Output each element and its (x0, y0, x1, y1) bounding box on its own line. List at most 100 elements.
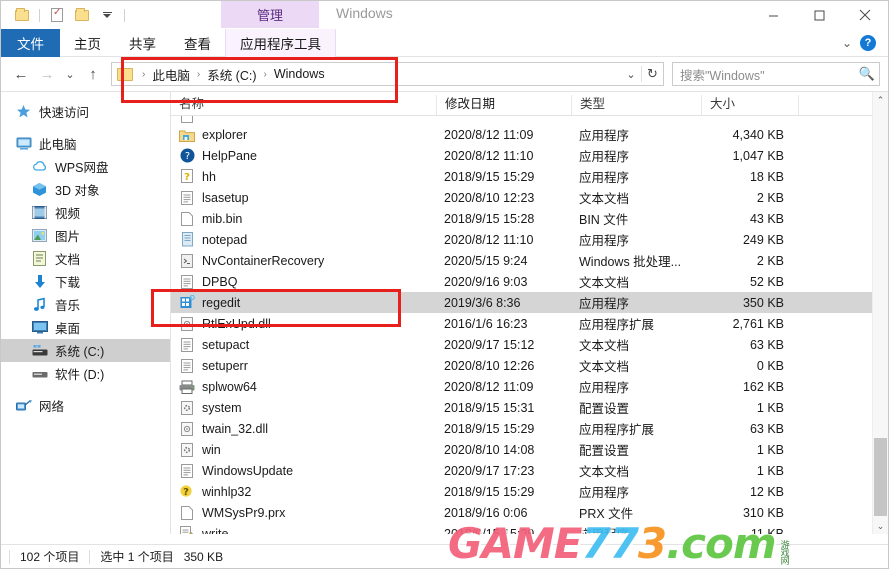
breadcrumb-separator: › (196, 68, 201, 80)
column-header-type[interactable]: 类型 (571, 95, 701, 115)
column-header-name[interactable]: 名称 (171, 95, 436, 115)
table-row[interactable]: twain_32.dll 2018/9/15 15:29 应用程序扩展 63 K… (171, 418, 888, 439)
sidebar-item-music[interactable]: 音乐 (1, 293, 170, 316)
properties-icon (51, 7, 63, 22)
table-row[interactable]: ? hh 2018/9/15 15:29 应用程序 18 KB (171, 166, 888, 187)
sidebar-item-system-c[interactable]: 系统 (C:) (1, 339, 170, 362)
sidebar-item-network[interactable]: 网络 (1, 394, 170, 417)
table-row[interactable]: setuperr 2020/8/10 12:26 文本文档 0 KB (171, 355, 888, 376)
recent-locations-button[interactable]: ⌄ (61, 62, 79, 86)
table-row[interactable]: WMSysPr9.prx 2018/9/16 0:06 PRX 文件 310 K… (171, 502, 888, 523)
file-name: mib.bin (202, 211, 243, 226)
file-size: 0 KB (756, 358, 784, 373)
table-row[interactable]: lsasetup 2020/8/10 12:23 文本文档 2 KB (171, 187, 888, 208)
refresh-icon[interactable]: ↻ (641, 66, 663, 82)
scroll-up-arrow[interactable]: ⌃ (873, 92, 888, 108)
file-type: 应用程序 (579, 234, 630, 248)
file-date: 2020/9/17 15:12 (444, 337, 535, 352)
file-size: 2 KB (756, 190, 784, 205)
scroll-down-arrow[interactable]: ⌄ (873, 518, 888, 534)
table-row[interactable]: RtlExUpd.dll 2016/1/6 16:23 应用程序扩展 2,761… (171, 313, 888, 334)
table-row[interactable]: ? winhlp32 2018/9/15 15:29 应用程序 12 KB (171, 481, 888, 502)
help-icon[interactable]: ? (860, 35, 876, 51)
picture-icon (31, 228, 48, 244)
sidebar-item-pictures[interactable]: 图片 (1, 224, 170, 247)
file-name-cell: write (171, 526, 436, 534)
blank-file-icon (179, 505, 195, 521)
file-name: DPBQ (202, 274, 238, 289)
qat-customize-button[interactable] (96, 5, 118, 25)
search-icon[interactable]: 🔍 (855, 66, 879, 82)
sidebar-item-label: 文档 (55, 253, 81, 267)
vertical-scrollbar[interactable]: ⌃ ⌄ (872, 92, 888, 534)
sidebar-item-software-d[interactable]: 软件 (D:) (1, 362, 170, 385)
sidebar-item-label: 视频 (55, 207, 81, 221)
qat-properties-button[interactable] (46, 5, 68, 25)
back-button[interactable]: ← (9, 62, 33, 86)
table-row[interactable]: setupact 2020/9/17 15:12 文本文档 63 KB (171, 334, 888, 355)
sidebar-item-desktop[interactable]: 桌面 (1, 316, 170, 339)
maximize-button[interactable] (796, 1, 842, 29)
sidebar-item-downloads[interactable]: 下载 (1, 270, 170, 293)
qat-pin-folder-button[interactable] (71, 5, 93, 25)
search-box[interactable]: 搜索"Windows" 🔍 (672, 62, 880, 86)
blank-file-icon (179, 116, 195, 124)
table-row[interactable]: NvContainerRecovery 2020/5/15 9:24 Windo… (171, 250, 888, 271)
file-name: explorer (202, 127, 248, 142)
close-button[interactable] (842, 1, 888, 29)
forward-button[interactable]: → (35, 62, 59, 86)
column-header-size[interactable]: 大小 (701, 95, 798, 115)
address-bar[interactable]: › 此电脑 › 系统 (C:) › Windows ⌄ ↻ (111, 62, 664, 86)
folder-icon (117, 67, 133, 81)
sidebar-item-this-pc[interactable]: 此电脑 (1, 132, 170, 155)
sidebar-item-label: 音乐 (55, 299, 81, 313)
scrollbar-thumb[interactable] (874, 438, 887, 516)
table-row[interactable]: win 2020/8/10 14:08 配置设置 1 KB (171, 439, 888, 460)
table-row-partial[interactable] (171, 116, 888, 124)
table-row[interactable]: WindowsUpdate 2020/9/17 17:23 文本文档 1 KB (171, 460, 888, 481)
table-row[interactable]: system 2018/9/15 15:31 配置设置 1 KB (171, 397, 888, 418)
up-button[interactable]: ↑ (81, 62, 105, 86)
sidebar-item-videos[interactable]: 视频 (1, 201, 170, 224)
table-row[interactable]: splwow64 2020/8/12 11:09 应用程序 162 KB (171, 376, 888, 397)
sidebar-item-wps-cloud[interactable]: WPS网盘 (1, 155, 170, 178)
search-input[interactable]: 搜索"Windows" (673, 65, 855, 84)
table-row[interactable]: ? HelpPane 2020/8/12 11:10 应用程序 1,047 KB (171, 145, 888, 166)
file-date: 2020/8/12 11:09 (444, 127, 534, 142)
table-row-regedit[interactable]: regedit 2019/3/6 8:36 应用程序 350 KB (171, 292, 888, 313)
write-icon (179, 526, 195, 534)
tab-home[interactable]: 主页 (60, 29, 115, 57)
qat-new-folder-button[interactable] (11, 5, 33, 25)
sidebar-item-label: WPS网盘 (55, 161, 109, 175)
tab-view[interactable]: 查看 (170, 29, 225, 57)
tab-file[interactable]: 文件 (1, 29, 60, 57)
sidebar-item-documents[interactable]: 文档 (1, 247, 170, 270)
sidebar-item-quick-access[interactable]: 快速访问 (1, 100, 170, 123)
table-row[interactable]: DPBQ 2020/9/16 9:03 文本文档 52 KB (171, 271, 888, 292)
breadcrumb-item-windows[interactable]: Windows (272, 67, 327, 81)
tab-application-tools[interactable]: 应用程序工具 (225, 29, 336, 57)
file-date: 2019/3/6 8:36 (444, 295, 521, 310)
breadcrumb-item-this-pc[interactable]: 此电脑 (150, 65, 192, 84)
file-name-cell: splwow64 (171, 379, 436, 395)
breadcrumb-item-system-c[interactable]: 系统 (C:) (205, 65, 258, 84)
table-row[interactable]: explorer 2020/8/12 11:09 应用程序 4,340 KB (171, 124, 888, 145)
sidebar-item-3d-objects[interactable]: 3D 对象 (1, 178, 170, 201)
dll-file-icon (179, 316, 195, 332)
chevron-up-icon[interactable]: ⌄ (842, 36, 852, 50)
minimize-button[interactable] (750, 1, 796, 29)
file-size: 52 KB (749, 274, 784, 289)
file-type: Windows 批处理... (579, 255, 682, 269)
table-row[interactable]: write 2018/9/15 15:29 应用程序 11 KB (171, 523, 888, 534)
sidebar-item-label: 图片 (55, 230, 81, 244)
tab-share[interactable]: 共享 (115, 29, 170, 57)
file-rows: explorer 2020/8/12 11:09 应用程序 4,340 KB ?… (171, 116, 888, 534)
column-header-date[interactable]: 修改日期 (436, 95, 571, 115)
chevron-down-icon[interactable]: ⌄ (621, 68, 641, 81)
table-row[interactable]: notepad 2020/8/12 11:10 应用程序 249 KB (171, 229, 888, 250)
file-date: 2020/9/17 17:23 (444, 463, 535, 478)
star-icon (15, 104, 32, 120)
sidebar-item-label: 3D 对象 (55, 184, 100, 198)
table-row[interactable]: mib.bin 2018/9/15 15:28 BIN 文件 43 KB (171, 208, 888, 229)
